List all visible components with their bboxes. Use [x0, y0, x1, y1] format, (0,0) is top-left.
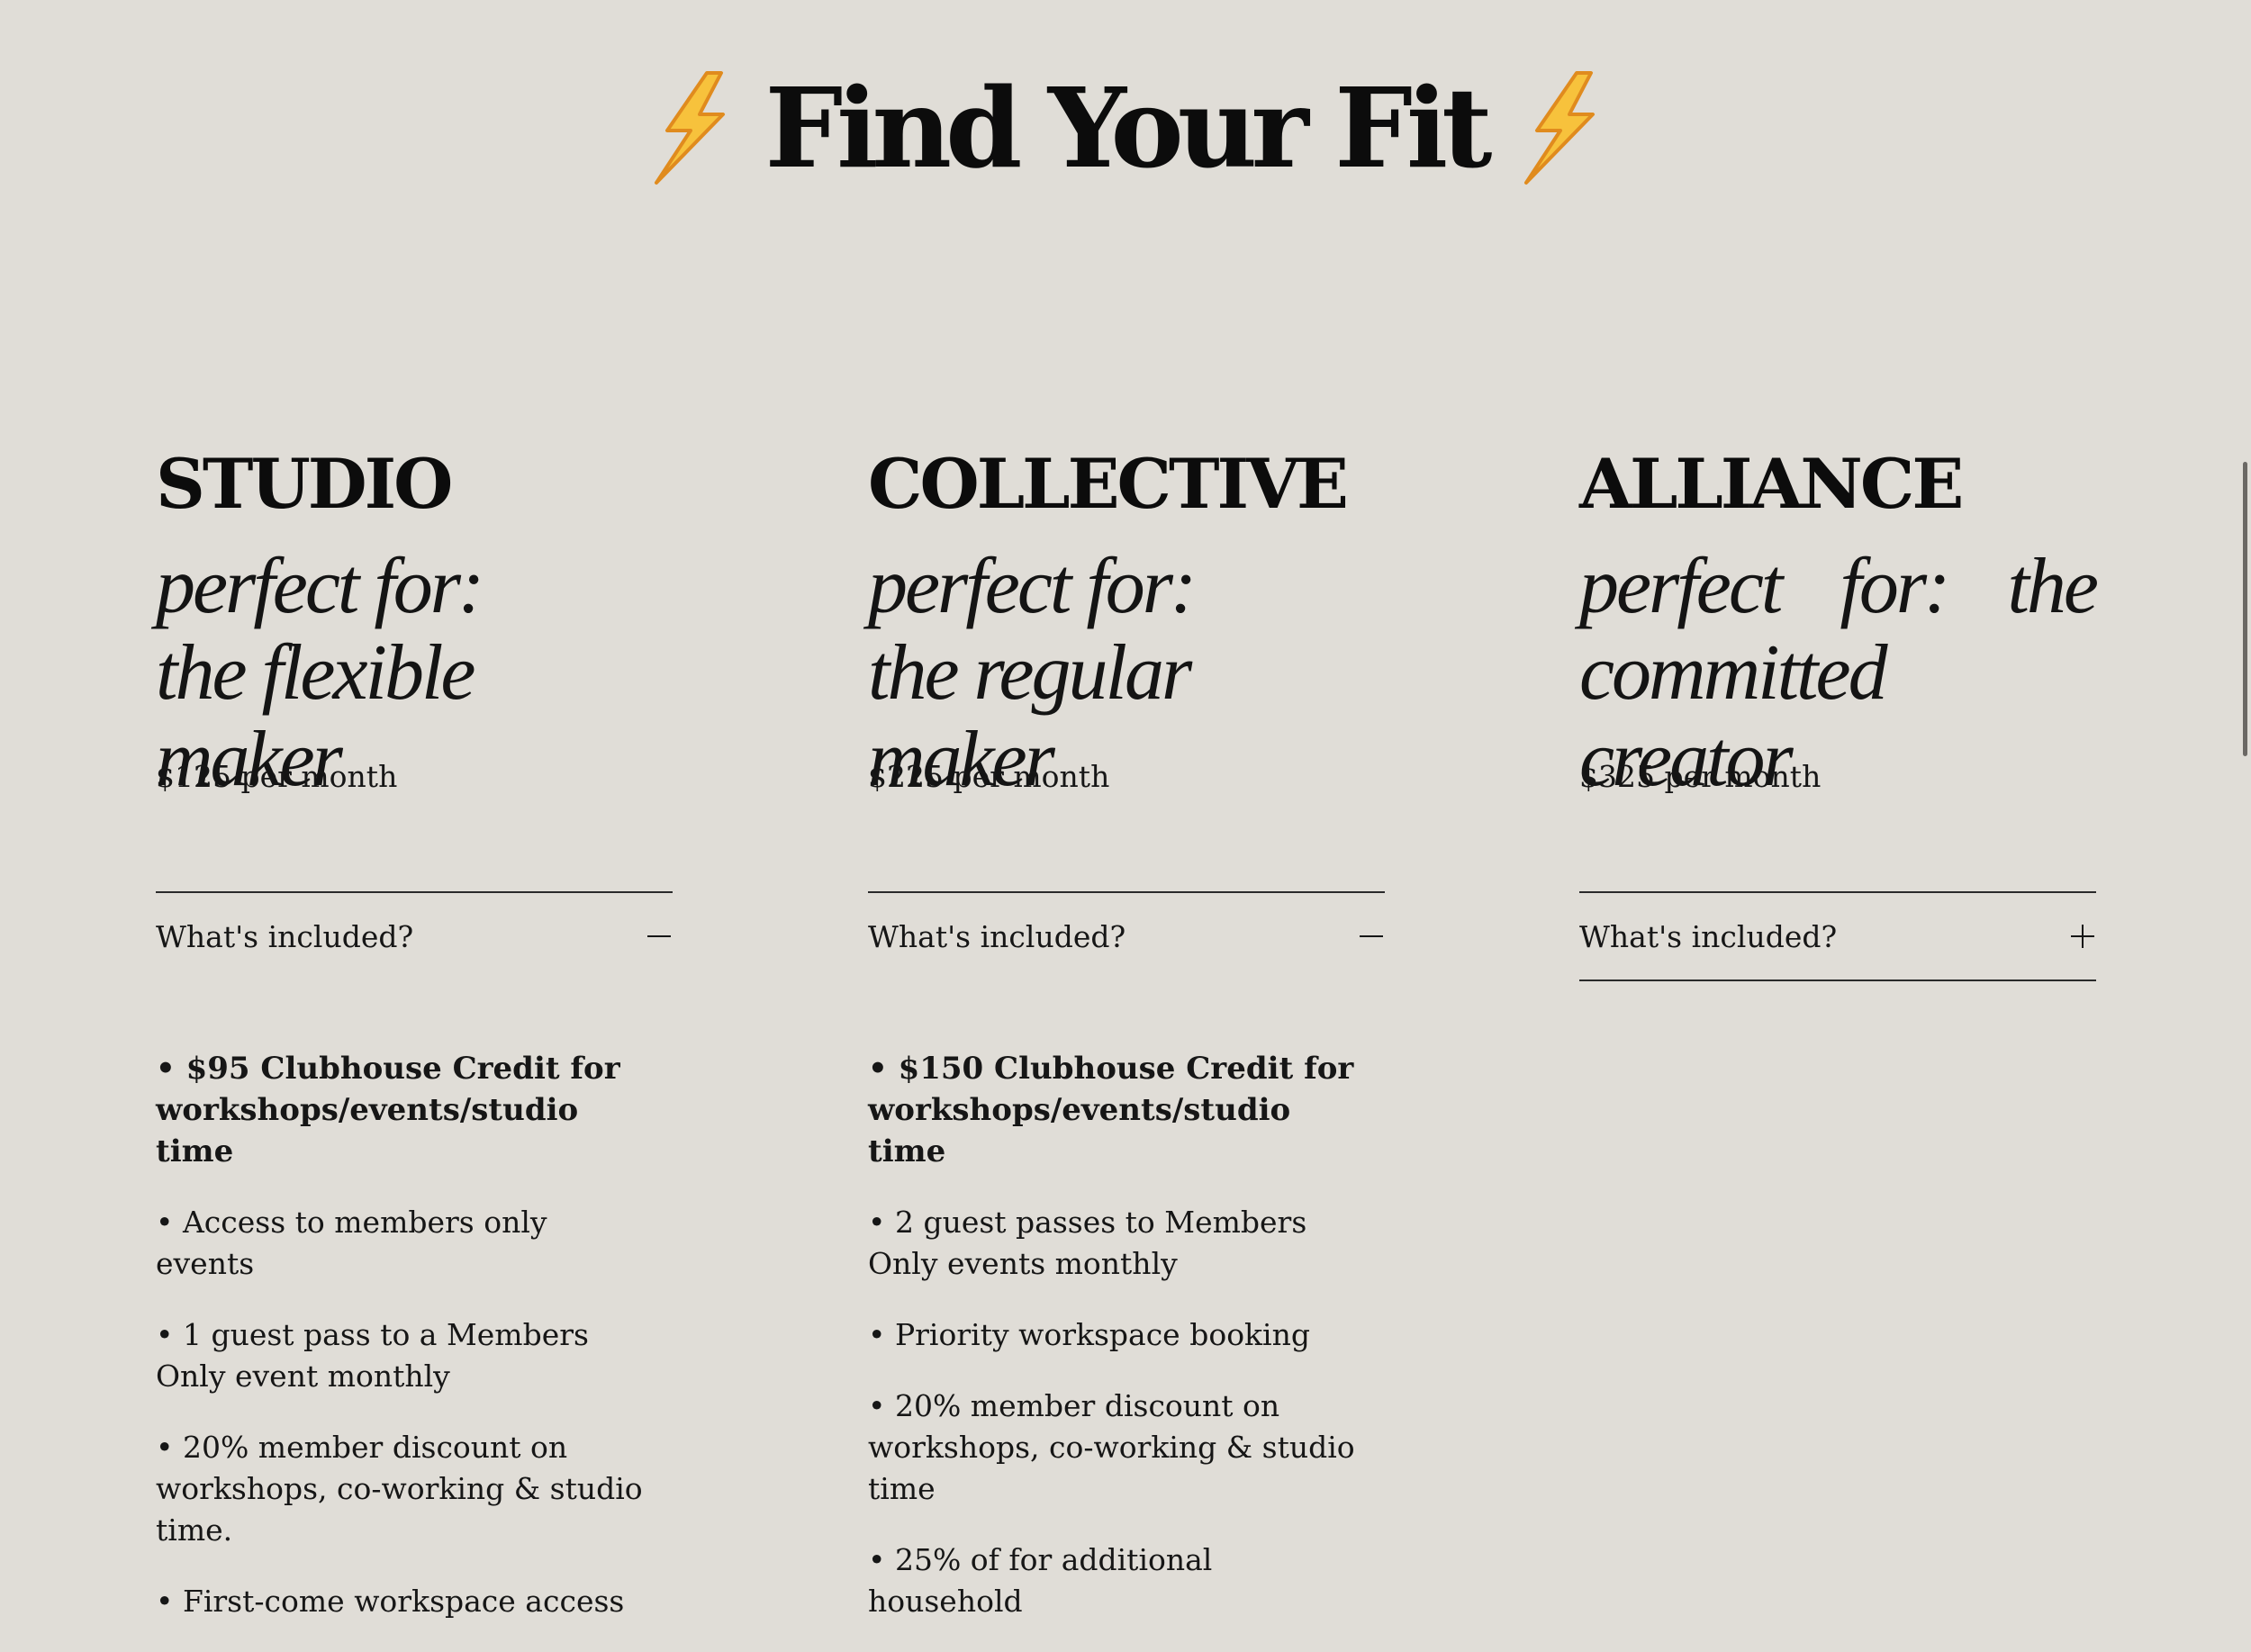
plan-tagline-prefix: perfect for:: [156, 543, 484, 630]
list-item: • 20% member discount on workshops, co-w…: [868, 1388, 1355, 1506]
plan-tagline-prefix: perfect for:: [1579, 543, 1950, 630]
divider: [1579, 979, 2096, 981]
minus-icon[interactable]: [1358, 923, 1385, 950]
list-item: • 2 guest passes to Members Only events …: [868, 1205, 1307, 1281]
list-item: • 20% member discount on workshops, co-w…: [156, 1430, 643, 1548]
plan-name: COLLECTIVE: [868, 444, 1349, 524]
list-item: • Priority workspace booking: [868, 1317, 1310, 1352]
list-item: • 25% of for additional household: [868, 1542, 1213, 1619]
plan-name: ALLIANCE: [1579, 444, 1964, 524]
plan-price: $125 per month: [156, 759, 398, 794]
list-item: • $95 Clubhouse Credit for workshops/eve…: [156, 1051, 620, 1169]
list-item: • First-come workspace access: [156, 1584, 625, 1619]
minus-icon[interactable]: [646, 923, 673, 950]
plan-price: $225 per month: [868, 759, 1110, 794]
plan-price: $325 per month: [1579, 759, 1822, 794]
accordion-label: What's included?: [868, 918, 1126, 954]
lightning-bolt-icon: [1523, 71, 1595, 185]
whats-included-toggle[interactable]: What's included?: [156, 893, 673, 979]
lightning-bolt-icon: [655, 71, 726, 185]
list-item: • 1 guest pass to a Members Only event m…: [156, 1317, 589, 1394]
feature-list: • $150 Clubhouse Credit for workshops/ev…: [868, 1048, 1385, 1652]
accordion-label: What's included?: [156, 918, 414, 954]
whats-included-toggle[interactable]: What's included?: [868, 893, 1385, 979]
page-heading: Find Your Fit: [0, 56, 2251, 200]
scrollbar[interactable]: [2243, 462, 2247, 756]
list-item: • $150 Clubhouse Credit for workshops/ev…: [868, 1051, 1354, 1169]
accordion-label: What's included?: [1579, 918, 1838, 954]
plan-tagline-prefix: perfect for:: [868, 543, 1197, 630]
plus-icon[interactable]: [2069, 923, 2096, 950]
whats-included-toggle[interactable]: What's included?: [1579, 893, 2096, 979]
list-item: • Access to members only events: [156, 1205, 547, 1281]
page-title: Find Your Fit: [764, 63, 1492, 193]
feature-list: • $95 Clubhouse Credit for workshops/eve…: [156, 1048, 673, 1652]
plan-name: STUDIO: [156, 444, 453, 524]
